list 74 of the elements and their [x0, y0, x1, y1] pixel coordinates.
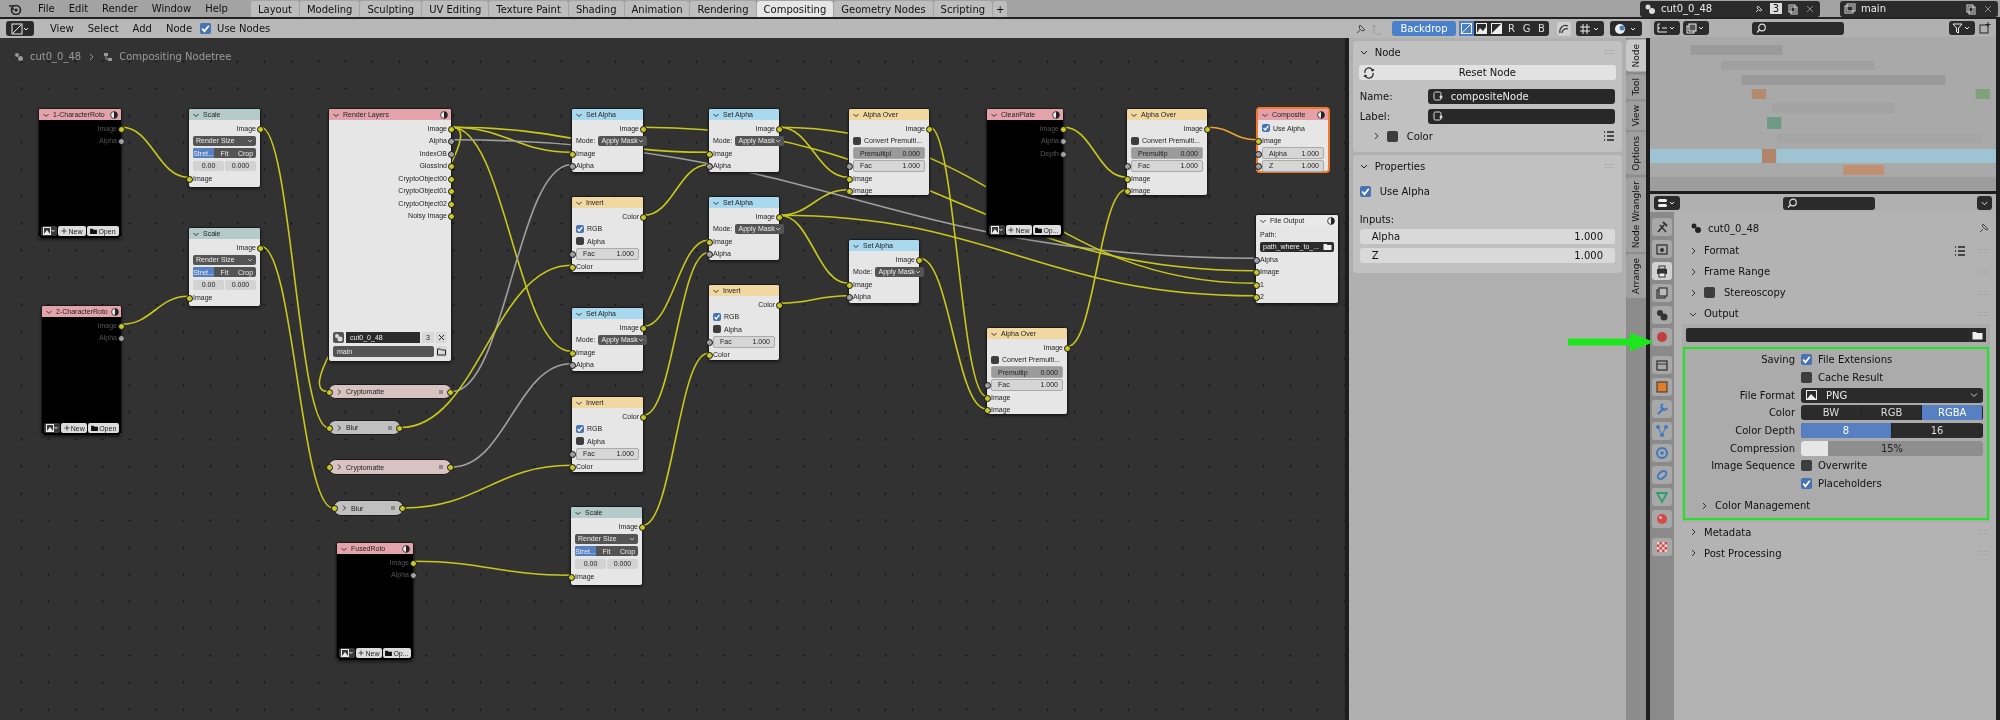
add-workspace-button[interactable]: + [993, 1, 1008, 17]
menu-item[interactable]: Add [126, 23, 158, 34]
workspace-tab[interactable]: Animation [624, 1, 690, 17]
breadcrumb-item[interactable]: cut0_0_48 [30, 51, 82, 62]
field-label: Image Sequence [1711, 460, 1795, 472]
menu-item[interactable]: Select [81, 23, 125, 34]
menu-item[interactable]: View [44, 23, 80, 34]
channel-button[interactable]: G [1519, 21, 1534, 36]
channel-button[interactable]: R [1504, 21, 1519, 36]
backdrop-toggle[interactable]: Backdrop [1392, 21, 1456, 36]
panel-title[interactable]: Metadata [1704, 526, 1752, 538]
field-label: Color [1768, 407, 1795, 419]
workspace-tab[interactable]: Compositing [756, 1, 834, 17]
scene-name: cut0_0_48 [1661, 3, 1714, 14]
workspace-tab[interactable]: Modeling [299, 1, 360, 17]
menu-item[interactable]: Node [159, 23, 199, 34]
field-label: Name: [1359, 90, 1394, 102]
name-field[interactable]: compositeNode [1427, 88, 1615, 104]
sidebar-tab[interactable]: Arrange [1626, 254, 1646, 299]
menu-item[interactable]: Help [198, 3, 235, 14]
number-field[interactable]: Z 1.000 [1359, 248, 1615, 263]
workspace-tab[interactable]: Shading [568, 1, 624, 17]
workspace-tab[interactable]: Texture Paint [489, 1, 568, 17]
subpanel-title[interactable]: Color Management [1715, 500, 1811, 511]
segment-button[interactable]: 16 [1892, 423, 1983, 439]
reset-node-button[interactable]: Reset Node [1358, 65, 1616, 80]
number-field[interactable]: Alpha 1.000 [1359, 229, 1615, 244]
subpanel-title[interactable]: Color [1406, 130, 1433, 142]
section-label: Inputs: [1359, 213, 1395, 225]
sidebar-tab[interactable]: Tool [1626, 73, 1646, 99]
checkbox-label: Placeholders [1818, 478, 1882, 490]
checkbox-label: Cache Result [1818, 372, 1884, 384]
panel-title[interactable]: Node [1374, 46, 1401, 58]
checkbox-label: Use Nodes [216, 23, 272, 34]
workspace-tab[interactable]: Geometry Nodes [834, 1, 933, 17]
checkbox-label: Use Alpha [1379, 185, 1430, 197]
field-label: Compression [1730, 442, 1795, 454]
checkbox-label: File Extensions [1818, 354, 1893, 366]
sidebar-tab[interactable]: View [1626, 101, 1646, 131]
workspace-tab[interactable]: Scripting [933, 1, 993, 17]
field-label: Color Depth [1735, 425, 1795, 437]
scene-selector[interactable]: cut0_0_48 3 [1640, 0, 1820, 17]
checkbox-label: Overwrite [1818, 460, 1868, 472]
menu-item[interactable]: File [31, 3, 62, 14]
compression-slider[interactable]: 15% [1801, 440, 1983, 456]
segment-button[interactable]: 8 [1801, 423, 1892, 439]
panel-title[interactable]: Properties [1374, 160, 1426, 172]
sidebar-tab[interactable]: Node [1626, 40, 1646, 72]
workspace-tab[interactable]: UV Editing [422, 1, 489, 17]
breadcrumb-item[interactable]: Compositing Nodetree [119, 51, 232, 62]
panel-title[interactable]: Stereoscopy [1724, 287, 1786, 298]
panel-title[interactable]: Post Processing [1704, 547, 1782, 559]
sidebar-tab[interactable]: Options [1626, 132, 1646, 176]
menu-item[interactable]: Render [95, 3, 145, 14]
context-label: cut0_0_48 [1708, 222, 1760, 234]
menu-item[interactable]: Window [144, 3, 199, 14]
workspace-tab[interactable]: Sculpting [360, 1, 422, 17]
view-layer-selector[interactable]: main [1840, 0, 1998, 17]
segment-button[interactable]: RGBA [1922, 405, 1983, 421]
segment-button[interactable]: BW [1801, 405, 1862, 421]
channel-button[interactable]: B [1534, 21, 1549, 36]
menu-item[interactable]: Edit [61, 3, 96, 14]
workspace-tab[interactable]: Layout [250, 1, 299, 17]
field-label: Saving [1761, 354, 1795, 366]
workspace-tab[interactable]: Rendering [690, 1, 756, 17]
panel-title[interactable]: Output [1704, 308, 1739, 319]
view-layer-name: main [1861, 3, 1887, 14]
user-count: 3 [1769, 3, 1782, 14]
panel-title[interactable]: Format [1704, 245, 1740, 256]
file-format-dropdown[interactable]: PNG [1801, 387, 1983, 403]
field-label: File Format [1739, 389, 1795, 401]
sidebar-tab[interactable]: Node Wrangler [1626, 177, 1646, 253]
field-label: Label: [1359, 110, 1392, 122]
panel-title[interactable]: Frame Range [1704, 266, 1771, 277]
